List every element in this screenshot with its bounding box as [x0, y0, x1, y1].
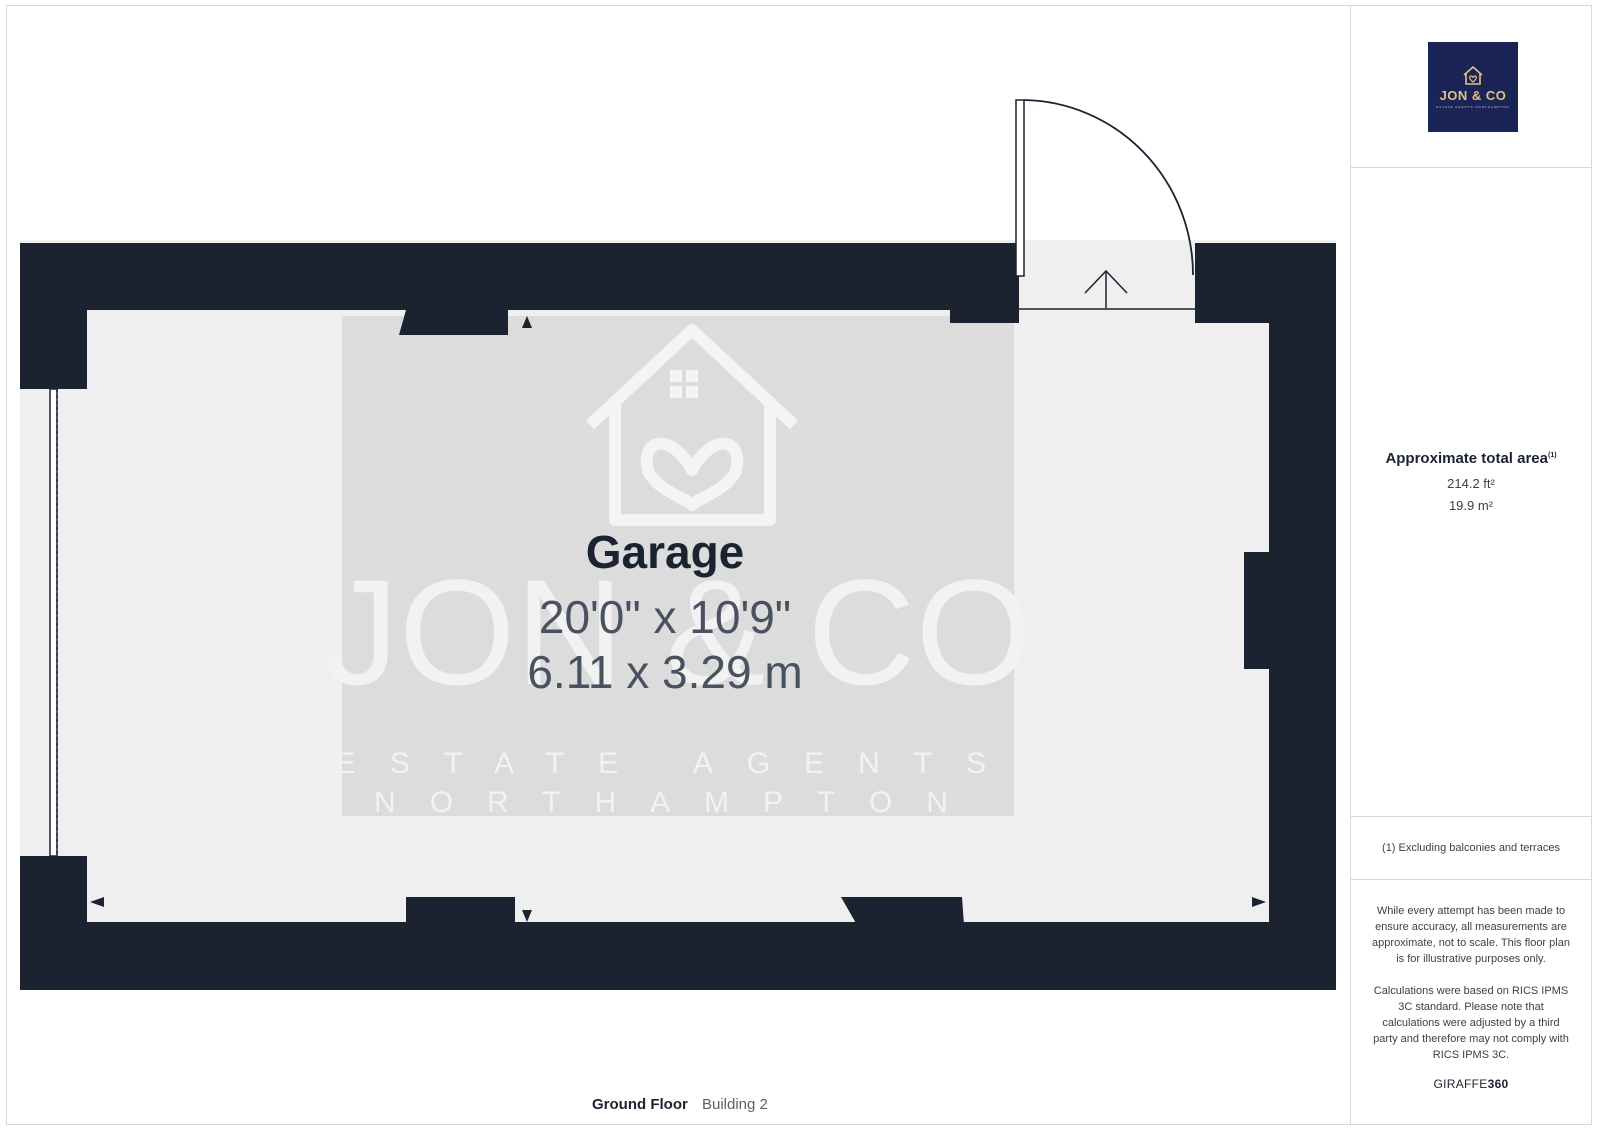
room-name: Garage	[585, 526, 745, 578]
sidebar-separator	[1350, 816, 1592, 817]
watermark-line2: NORTHAMPTON	[374, 786, 982, 819]
door-leaf	[1015, 99, 1025, 277]
logo-subtext: ESTATE AGENTS NORTHAMPTON	[1436, 104, 1510, 109]
garage-door	[49, 388, 58, 857]
left-wall-top	[20, 243, 87, 389]
entrance-door	[1015, 99, 1195, 310]
disclaimer: While every attempt has been made to ens…	[1350, 903, 1592, 1063]
top-wall-pier	[950, 243, 1019, 323]
disclaimer-accuracy: While every attempt has been made to ens…	[1372, 905, 1570, 965]
brand-suffix: 360	[1487, 1077, 1509, 1091]
area-title-text: Approximate total area	[1385, 450, 1548, 467]
exclusion-note: (1) Excluding balconies and terraces	[1382, 842, 1560, 854]
giraffe360-brand: GIRAFFE360	[1350, 1077, 1592, 1091]
floor-name: Ground Floor	[592, 1096, 688, 1113]
wall-recess	[1244, 552, 1274, 669]
company-logo: JON & CO ESTATE AGENTS NORTHAMPTON	[1428, 42, 1518, 132]
watermark-line1: ESTATE AGENTS	[336, 747, 1020, 780]
area-sqft: 214.2 ft²	[1447, 476, 1495, 491]
area-title: Approximate total area(1)	[1350, 450, 1592, 467]
logo-text: JON & CO	[1439, 87, 1507, 103]
brand-prefix: GIRAFFE	[1433, 1077, 1488, 1091]
floor-label: Ground Floor Building 2	[592, 1096, 768, 1113]
pillar	[399, 310, 508, 335]
bottom-wall	[20, 922, 1336, 990]
sidebar-separator	[1350, 167, 1592, 168]
left-wall-bottom	[20, 856, 87, 990]
area-footnote-marker: (1)	[1547, 452, 1557, 459]
building-name: Building 2	[702, 1096, 768, 1113]
room-dimensions-metric: 6.11 x 3.29 m	[527, 646, 803, 698]
house-heart-icon	[1463, 65, 1483, 85]
top-wall	[20, 243, 1019, 310]
area-sqm: 19.9 m²	[1448, 498, 1494, 513]
disclaimer-calculations: Calculations were based on RICS IPMS 3C …	[1373, 985, 1569, 1061]
sidebar-separator	[1350, 879, 1592, 880]
right-wall	[1269, 243, 1336, 990]
pillar	[406, 897, 515, 927]
pillar	[841, 897, 964, 925]
room-dimensions-imperial: 20'0" x 10'9"	[538, 591, 792, 643]
